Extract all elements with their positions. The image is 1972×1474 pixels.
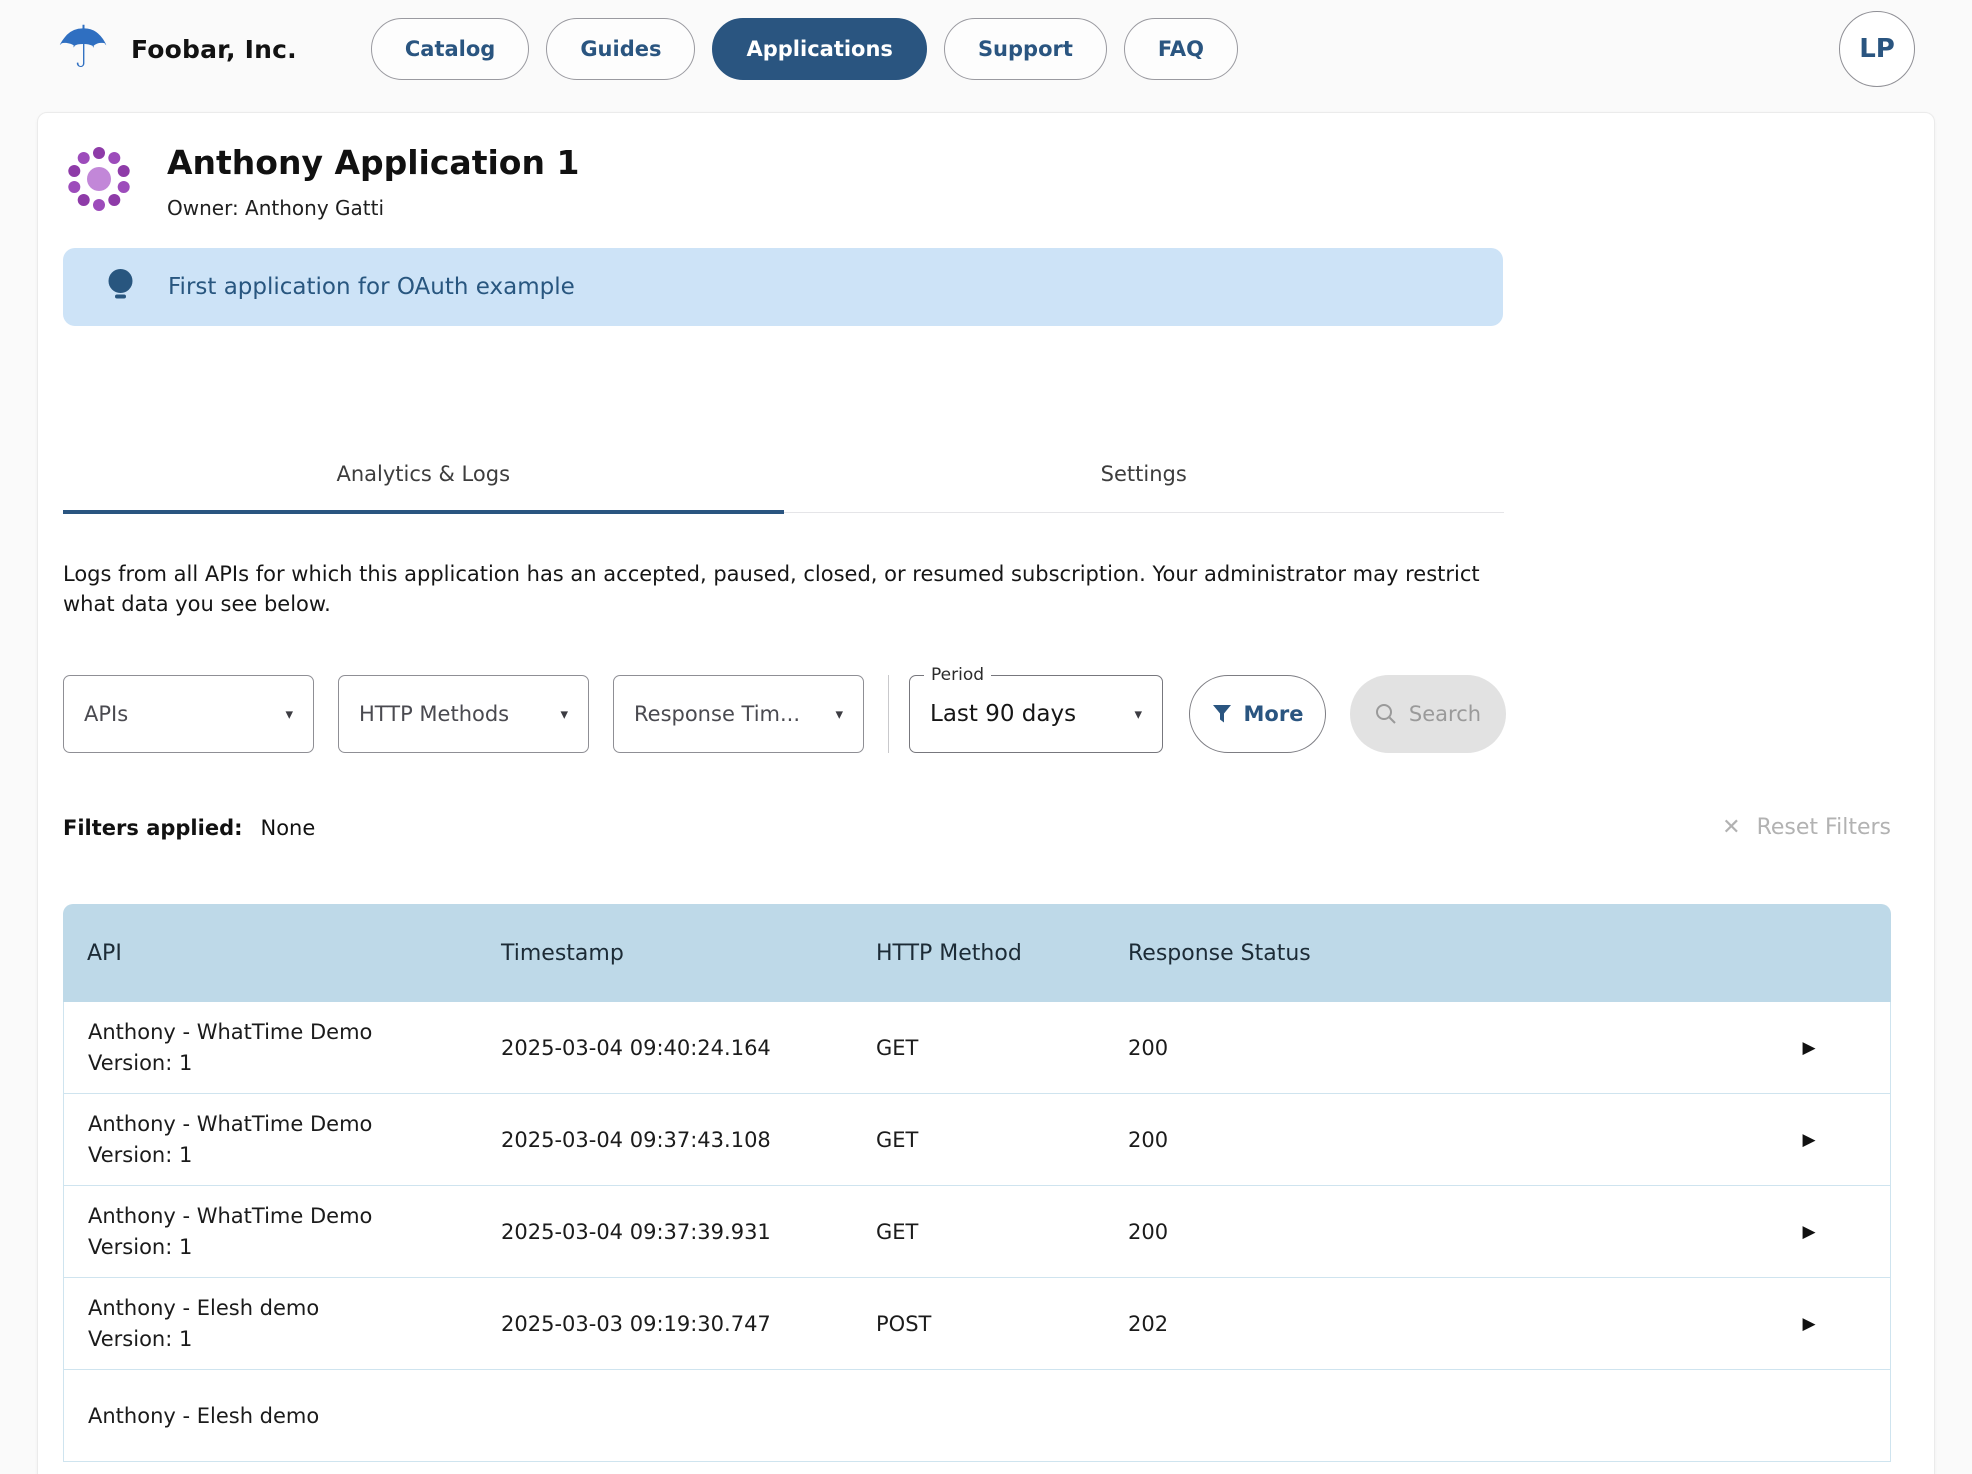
more-button-label: More [1243,702,1304,727]
chevron-down-icon: ▾ [560,705,568,724]
period-label: Period [924,665,992,686]
funnel-icon [1212,705,1231,723]
expand-row-icon[interactable]: ▶ [1728,1314,1890,1334]
column-header-timestamp: Timestamp [501,904,876,1003]
log-api-cell: Anthony - Elesh demo Version: 1 [63,1278,501,1371]
applied-filters-row: Filters applied: None ✕ Reset Filters [63,815,1891,840]
column-header-expand [1728,904,1891,1003]
search-icon [1375,704,1396,725]
log-method-cell: POST [876,1278,1128,1371]
filters-applied-label: Filters applied: [63,815,243,840]
log-status-cell: 202 [1128,1278,1728,1371]
filters-divider [888,675,889,754]
log-row[interactable]: Anthony - WhatTime Demo Version: 1 2025-03… [63,1094,1891,1187]
nav-guides[interactable]: Guides [546,18,696,80]
log-status-cell: 200 [1128,1186,1728,1279]
log-api-cell: Anthony - Elesh demo [63,1370,501,1463]
log-method-cell: GET [876,1186,1128,1279]
search-button[interactable]: Search [1350,675,1506,754]
main-nav: Catalog Guides Applications Support FAQ [370,18,1238,80]
expand-row-icon[interactable]: ▶ [1728,1038,1890,1058]
chevron-down-icon: ▾ [835,705,843,724]
top-nav-bar: ☂ Foobar, Inc. Catalog Guides Applications… [0,0,1972,98]
tab-settings[interactable]: Settings [784,448,1505,514]
log-row[interactable]: Anthony - Elesh demo [63,1370,1891,1463]
description-banner: First application for OAuth example [63,248,1503,326]
brand-name: Foobar, Inc. [131,34,297,64]
tab-analytics-logs[interactable]: Analytics & Logs [63,448,784,514]
logs-table: API Timestamp HTTP Method Response Status A… [63,904,1891,1463]
log-expand-cell [1728,1370,1891,1463]
user-avatar[interactable]: LP [1839,11,1915,87]
column-header-response-status: Response Status [1128,904,1728,1003]
log-expand-cell: ▶ [1728,1094,1891,1187]
log-row[interactable]: Anthony - WhatTime Demo Version: 1 2025-03… [63,1186,1891,1279]
tab-bar: Analytics & Logs Settings [63,448,1505,514]
log-status-cell: 200 [1128,1094,1728,1187]
reset-filters-button[interactable]: ✕ Reset Filters [1722,815,1891,840]
nav-support[interactable]: Support [943,18,1107,80]
period-select[interactable]: Period Last 90 days ▾ [909,665,1163,754]
log-expand-cell: ▶ [1728,1186,1891,1279]
log-api-cell: Anthony - WhatTime Demo Version: 1 [63,1186,501,1279]
log-row[interactable]: Anthony - Elesh demo Version: 1 2025-03-03… [63,1278,1891,1371]
application-titles: Anthony Application 1 Owner: Anthony Gat… [167,141,579,220]
close-icon: ✕ [1722,815,1741,841]
brand: ☂ Foobar, Inc. [57,13,297,81]
log-expand-cell: ▶ [1728,1002,1891,1095]
log-status-cell: 200 [1128,1002,1728,1095]
http-methods-filter-select[interactable]: HTTP Methods ▾ [338,675,589,754]
expand-row-icon[interactable]: ▶ [1728,1222,1890,1242]
log-api-cell: Anthony - WhatTime Demo Version: 1 [63,1094,501,1187]
nav-catalog[interactable]: Catalog [370,18,530,80]
nav-faq[interactable]: FAQ [1123,18,1238,80]
umbrella-logo-icon: ☂ [57,13,109,81]
application-identicon [68,147,130,211]
chevron-down-icon: ▾ [285,705,293,724]
filters-applied-value: None [260,815,316,840]
log-timestamp-cell: 2025-03-03 09:19:30.747 [501,1278,876,1371]
log-row[interactable]: Anthony - WhatTime Demo Version: 1 2025-03… [63,1002,1891,1095]
lightbulb-icon [108,269,133,299]
log-timestamp-cell: 2025-03-04 09:37:39.931 [501,1186,876,1279]
apis-filter-label: APIs [84,702,129,727]
log-status-cell [1128,1370,1728,1463]
log-method-cell: GET [876,1094,1128,1187]
log-api-cell: Anthony - WhatTime Demo Version: 1 [63,1002,501,1095]
log-timestamp-cell [501,1370,876,1463]
expand-row-icon[interactable]: ▶ [1728,1130,1890,1150]
log-method-cell [876,1370,1128,1463]
chevron-down-icon: ▾ [1134,705,1142,724]
nav-applications[interactable]: Applications [712,18,927,80]
log-method-cell: GET [876,1002,1128,1095]
page-title: Anthony Application 1 [167,143,580,182]
response-time-filter-select[interactable]: Response Tim... ▾ [613,675,864,754]
period-value: Last 90 days [930,701,1077,728]
application-owner: Owner: Anthony Gatti [167,196,385,220]
column-header-api: API [63,904,501,1003]
banner-text: First application for OAuth example [168,274,575,300]
filters-toolbar: APIs ▾ HTTP Methods ▾ Response Tim... ▾ … [63,665,1909,754]
log-timestamp-cell: 2025-03-04 09:37:43.108 [501,1094,876,1187]
http-methods-filter-label: HTTP Methods [359,702,510,727]
reset-filters-label: Reset Filters [1756,815,1891,841]
logs-description: Logs from all APIs for which this applic… [63,561,1480,616]
application-card: Anthony Application 1 Owner: Anthony Gat… [37,112,1935,1474]
apis-filter-select[interactable]: APIs ▾ [63,675,314,754]
log-expand-cell: ▶ [1728,1278,1891,1371]
logs-table-header: API Timestamp HTTP Method Response Status [63,904,1891,1003]
more-filters-button[interactable]: More [1189,675,1326,754]
log-timestamp-cell: 2025-03-04 09:40:24.164 [501,1002,876,1095]
column-header-http-method: HTTP Method [876,904,1128,1003]
application-header: Anthony Application 1 Owner: Anthony Gat… [63,141,1909,220]
search-button-label: Search [1408,702,1482,727]
response-time-filter-label: Response Tim... [634,702,801,727]
